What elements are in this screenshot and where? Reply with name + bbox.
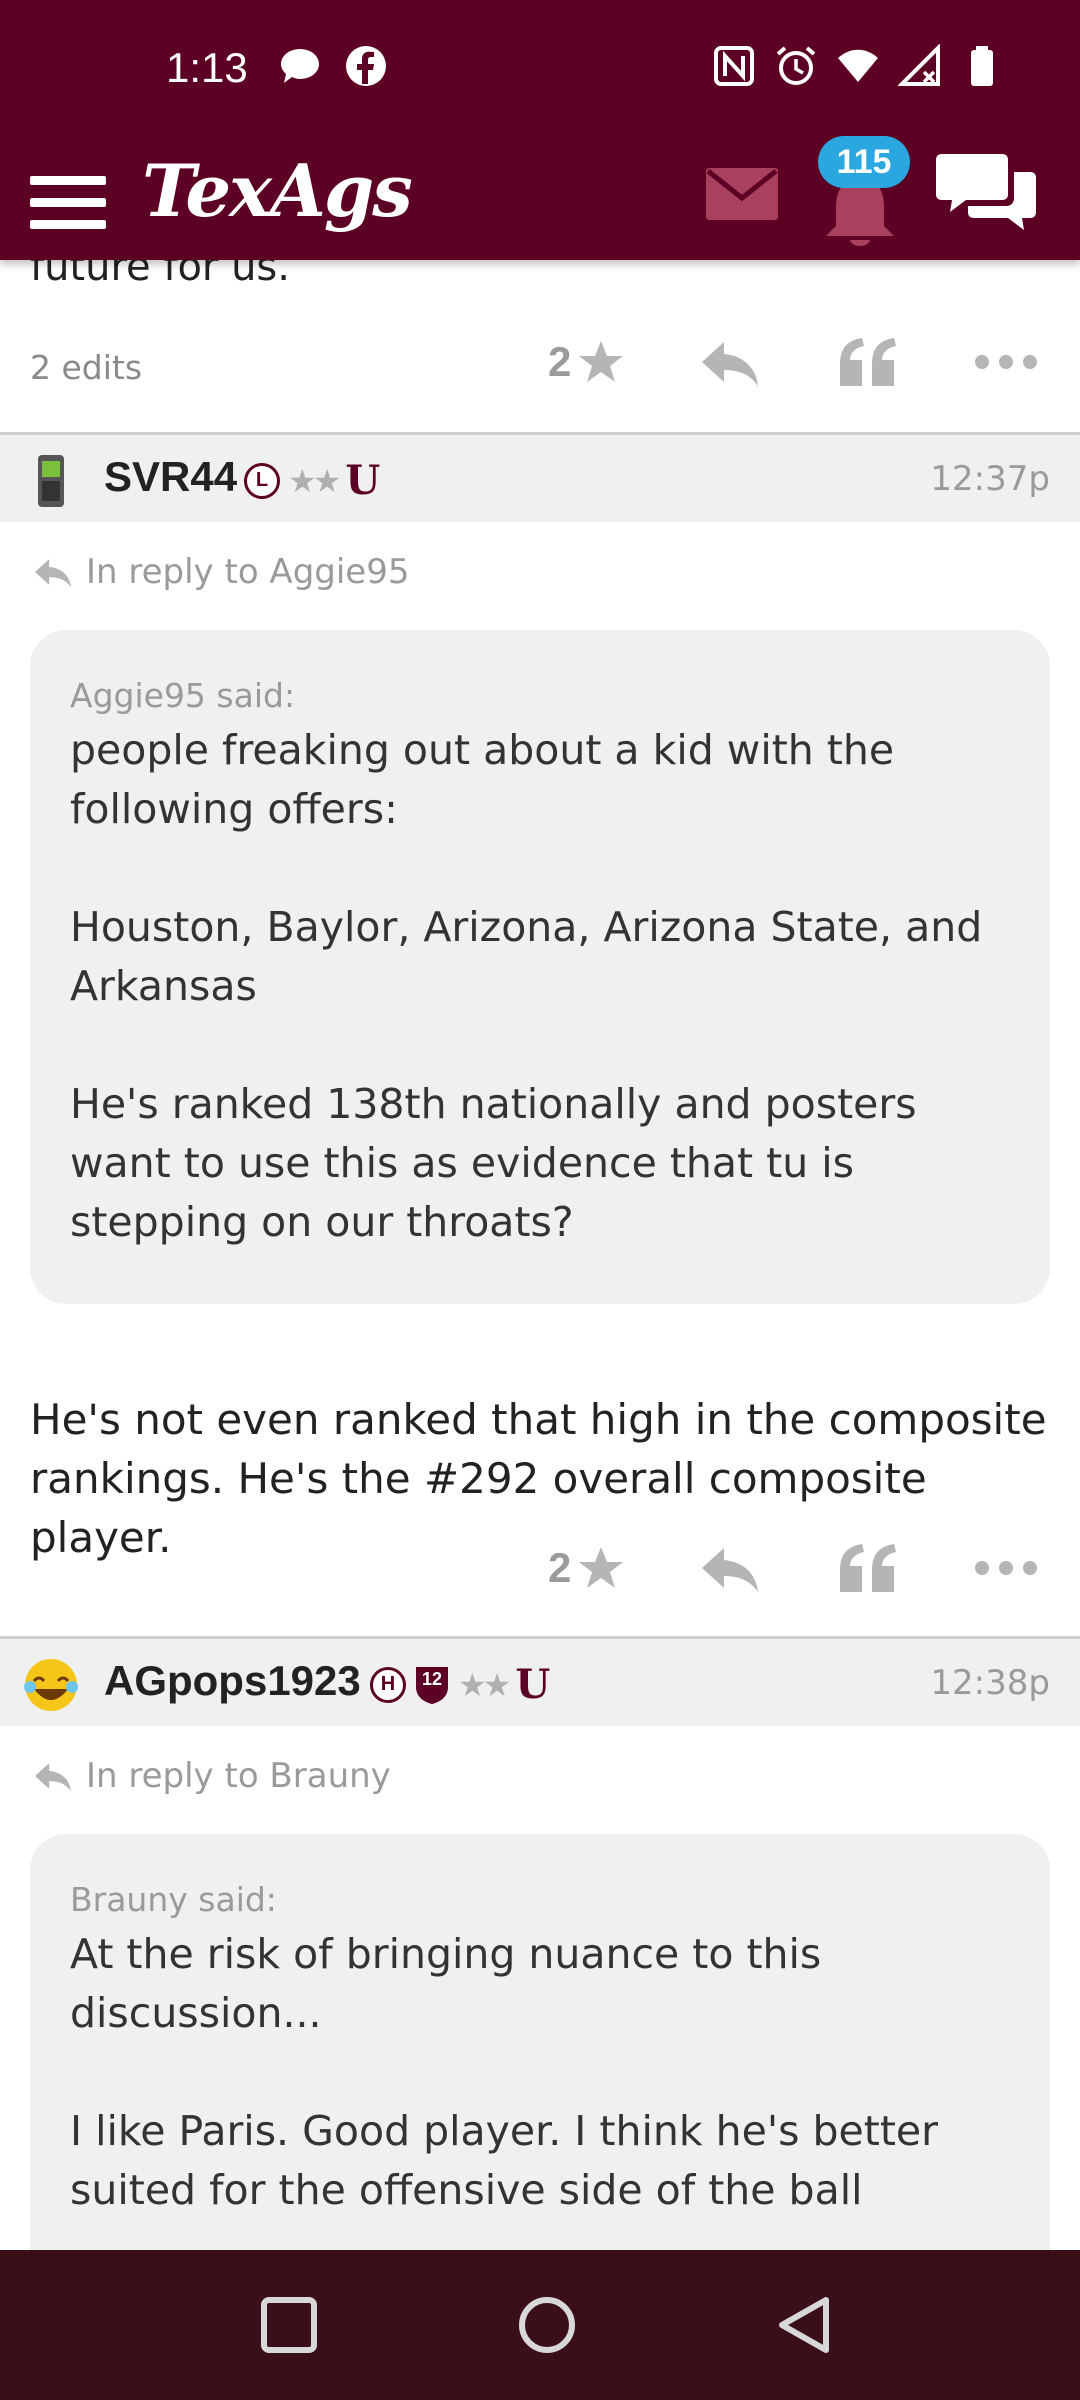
status-bar: 1:13 <box>0 0 1080 140</box>
edits-label[interactable]: 2 edits <box>30 348 142 387</box>
star-count-button[interactable]: 2 <box>548 338 638 386</box>
badge-l: L <box>244 462 280 499</box>
reply-icon[interactable] <box>698 334 762 390</box>
more-options-icon[interactable] <box>974 1540 1038 1596</box>
badge-u: U <box>515 1661 551 1708</box>
status-left-icons <box>278 44 388 88</box>
badge-stars: ★★ <box>288 461 341 500</box>
more-options-icon[interactable] <box>974 334 1038 390</box>
badge-12th-man-shield: 12 <box>414 1665 450 1705</box>
post-header: AGpops1923 H 12 ★★ U 12:38p <box>0 1636 1080 1726</box>
reply-to-link[interactable]: In reply to Brauny <box>30 1756 391 1796</box>
back-triangle-icon[interactable] <box>770 2290 840 2360</box>
star-icon <box>579 341 624 382</box>
battery-icon <box>971 46 993 86</box>
notification-count-badge: 115 <box>818 136 910 188</box>
chat-icon[interactable] <box>936 150 1036 232</box>
user-badges: L ★★ U <box>244 457 380 504</box>
reply-icon <box>35 1763 71 1792</box>
recents-square-icon[interactable] <box>254 2290 324 2360</box>
post-actions: 2 <box>548 334 1038 390</box>
avatar[interactable] <box>20 1653 82 1715</box>
username[interactable]: AGpops1923 <box>104 1657 361 1705</box>
wifi-icon <box>838 49 878 82</box>
username[interactable]: SVR44 <box>104 453 237 501</box>
post-actions-row: 2 <box>0 1520 1080 1634</box>
badge-stars: ★★ <box>458 1665 511 1704</box>
texags-logo[interactable]: TexAgs <box>142 148 413 233</box>
reply-to-text: In reply to Brauny <box>86 1756 391 1796</box>
reply-icon <box>35 559 71 588</box>
user-badges: H 12 ★★ U <box>370 1661 550 1708</box>
quote-paragraph: I like Paris. Good player. I think he's … <box>70 2107 939 2214</box>
badge-h: H <box>370 1666 406 1703</box>
quote-icon[interactable] <box>836 1540 900 1596</box>
app-header: TexAgs 115 <box>0 136 1080 260</box>
reply-to-link[interactable]: In reply to Aggie95 <box>30 552 409 592</box>
post-time[interactable]: 12:37p <box>930 459 1050 499</box>
status-right-icons <box>712 44 1004 88</box>
chat-bubble-icon <box>281 49 319 83</box>
quote-icon[interactable] <box>836 334 900 390</box>
status-time: 1:13 <box>166 44 248 91</box>
notifications-button[interactable]: 115 <box>812 136 910 250</box>
post-time[interactable]: 12:38p <box>930 1663 1050 1703</box>
mail-icon[interactable] <box>706 168 778 220</box>
quote-author: Brauny said: <box>70 1880 277 1919</box>
post-actions: 2 <box>548 1540 1038 1596</box>
hamburger-menu-icon[interactable] <box>30 160 106 230</box>
nfc-icon <box>714 46 754 86</box>
alarm-icon <box>776 46 816 85</box>
badge-12-label: 12 <box>421 1668 443 1689</box>
reply-icon[interactable] <box>698 1540 762 1596</box>
star-icon <box>579 1547 624 1588</box>
star-count-button[interactable]: 2 <box>548 1544 638 1592</box>
star-count: 2 <box>548 338 572 385</box>
home-circle-icon[interactable] <box>512 2290 582 2360</box>
system-navigation-bar <box>0 2250 1080 2400</box>
star-count: 2 <box>548 1544 572 1591</box>
avatar[interactable] <box>20 449 82 511</box>
facebook-icon <box>346 46 386 86</box>
quote-paragraph: He's ranked 138th nationally and posters… <box>70 1080 917 1246</box>
post-header: SVR44 L ★★ U 12:37p <box>0 432 1080 522</box>
quote-box: Aggie95 said: people freaking out about … <box>30 630 1050 1304</box>
quote-paragraph: people freaking out about a kid with the… <box>70 726 895 833</box>
quote-paragraph: At the risk of bringing nuance to this d… <box>70 1930 822 2037</box>
badge-u: U <box>345 457 381 504</box>
quote-paragraph: Houston, Baylor, Arizona, Arizona State,… <box>70 903 983 1010</box>
signal-icon <box>898 44 940 86</box>
quote-author: Aggie95 said: <box>70 676 296 715</box>
reply-to-text: In reply to Aggie95 <box>86 552 410 592</box>
